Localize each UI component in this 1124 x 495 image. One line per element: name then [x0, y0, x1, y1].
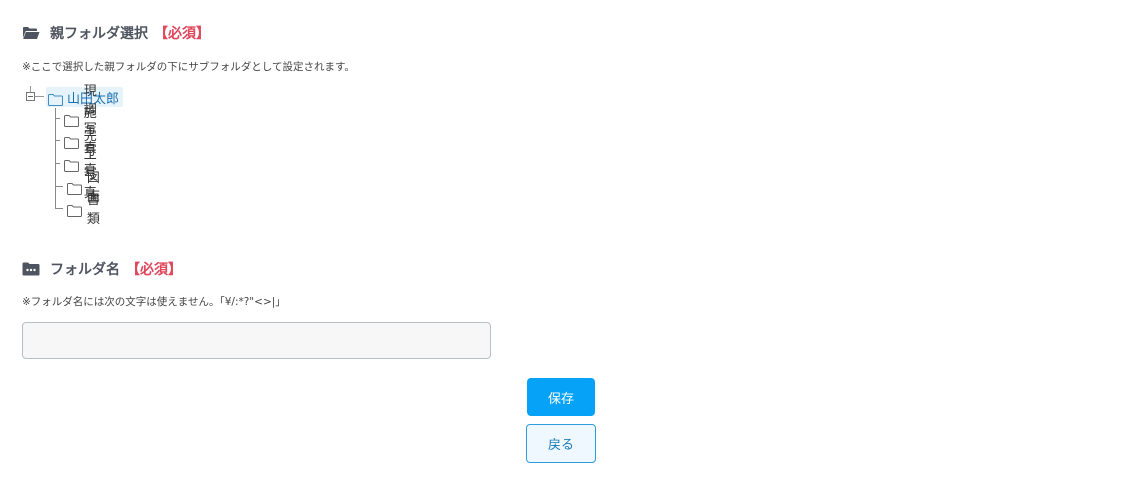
folder-open-icon [22, 26, 40, 40]
parent-folder-title: 親フォルダ選択 [50, 26, 148, 42]
parent-folder-heading: 親フォルダ選択 【必須】 [22, 23, 210, 43]
folder-icon [63, 134, 79, 149]
folder-icon [48, 91, 63, 106]
folder-name-note: ※フォルダ名には次の文字は使えません。「¥/:*?"<>|」 [22, 296, 286, 308]
folder-icon [66, 202, 82, 217]
collapse-toggle-icon[interactable] [26, 92, 35, 101]
folder-name-heading: フォルダ名 【必須】 [22, 259, 182, 279]
folder-icon [63, 112, 79, 127]
back-button[interactable]: 戻る [526, 424, 596, 463]
tree-child-label: 書類 [86, 193, 100, 227]
parent-folder-note: ※ここで選択した親フォルダの下にサブフォルダとして設定されます。 [22, 61, 355, 73]
tree-child-node[interactable]: 書類 [55, 193, 104, 227]
folder-name-required-badge: 【必須】 [126, 262, 182, 278]
folder-icon [63, 157, 79, 172]
parent-folder-required-badge: 【必須】 [154, 26, 210, 42]
folder-icon [66, 180, 82, 195]
folder-dots-icon [22, 262, 40, 276]
folder-name-input[interactable] [22, 322, 491, 359]
folder-name-title: フォルダ名 [50, 262, 120, 278]
save-button[interactable]: 保存 [527, 378, 595, 416]
